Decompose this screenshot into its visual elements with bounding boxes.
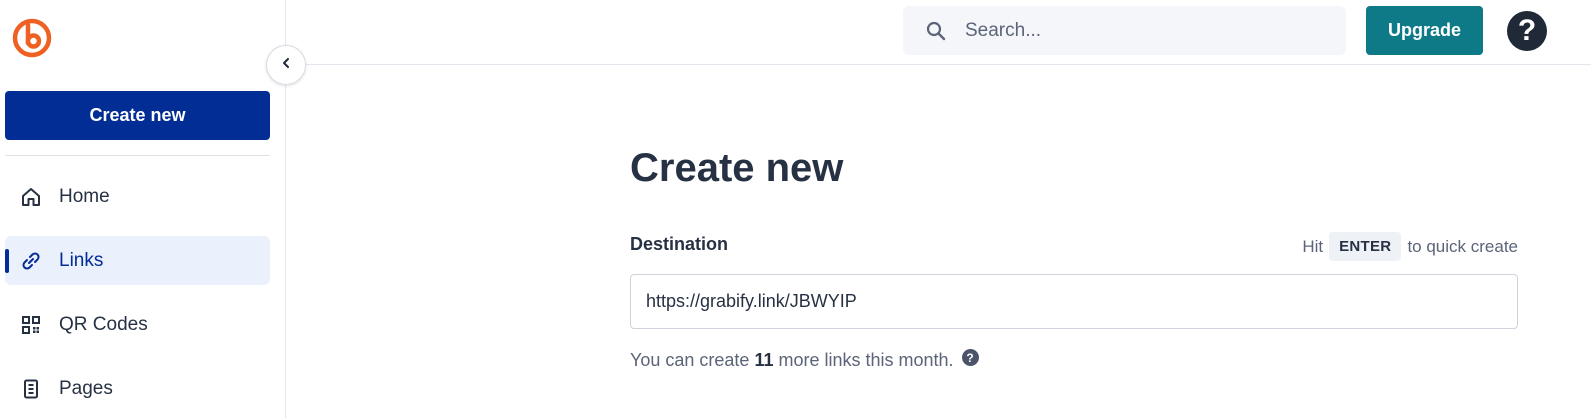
sidebar-item-pages[interactable]: Pages	[5, 364, 270, 413]
collapse-sidebar-button[interactable]	[266, 45, 306, 85]
sidebar-item-label: Links	[59, 249, 104, 271]
hint-suffix: to quick create	[1407, 236, 1518, 256]
link-icon	[20, 250, 42, 272]
upgrade-button[interactable]: Upgrade	[1366, 6, 1483, 55]
link-limit-text: You can create 11 more links this month.…	[630, 349, 979, 371]
limit-suffix: more links this month.	[778, 350, 954, 370]
sidebar-item-label: Pages	[59, 377, 113, 399]
search-icon	[925, 20, 947, 42]
sidebar-divider	[5, 155, 270, 156]
question-circle-icon[interactable]: ?	[961, 349, 979, 366]
enter-key-badge: ENTER	[1329, 232, 1402, 261]
limit-prefix: You can create	[630, 350, 750, 370]
hint-prefix: Hit	[1302, 236, 1324, 256]
chevron-left-icon	[280, 56, 292, 74]
help-icon[interactable]: ?	[1507, 11, 1547, 51]
limit-count: 11	[754, 350, 774, 370]
destination-label: Destination	[630, 234, 729, 254]
sidebar-item-qr-codes[interactable]: QR Codes	[5, 300, 270, 349]
quick-create-hint: Hit ENTER to quick create	[1302, 232, 1518, 261]
sidebar-item-home[interactable]: Home	[5, 172, 270, 221]
create-new-button[interactable]: Create new	[5, 91, 270, 140]
app: Create new Home Links QR Codes Pages Sea…	[0, 0, 1591, 418]
sidebar-item-label: Home	[59, 185, 110, 207]
search-input[interactable]	[965, 19, 1325, 42]
destination-input[interactable]	[630, 274, 1518, 329]
sidebar-item-links[interactable]: Links	[5, 236, 270, 285]
bitly-logo[interactable]	[11, 16, 53, 58]
page-title: Create new	[630, 146, 844, 190]
qr-code-icon	[20, 314, 42, 336]
home-icon	[20, 186, 42, 208]
sidebar-item-label: QR Codes	[59, 313, 148, 335]
search-box[interactable]	[903, 6, 1346, 55]
sidebar: Create new Home Links QR Codes Pages	[0, 0, 286, 418]
pages-icon	[20, 378, 42, 400]
top-bar: Upgrade ?	[286, 0, 1591, 65]
